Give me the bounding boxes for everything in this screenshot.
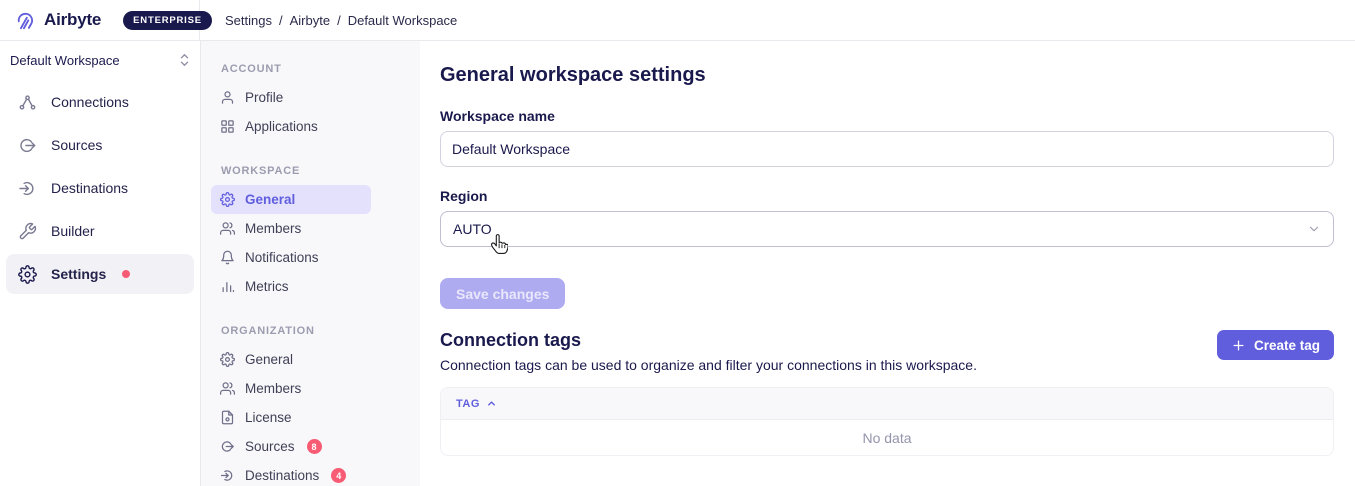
settings-nav-org-members[interactable]: Members bbox=[211, 374, 371, 403]
user-icon bbox=[220, 90, 235, 105]
connection-tags-description: Connection tags can be used to organize … bbox=[440, 357, 977, 373]
settings-nav-label: General bbox=[245, 352, 293, 367]
settings-nav-label: General bbox=[245, 192, 295, 207]
settings-section-account: ACCOUNT Profile Applications bbox=[221, 63, 400, 141]
settings-nav-label: Metrics bbox=[245, 279, 289, 294]
section-title: WORKSPACE bbox=[221, 165, 400, 177]
sidebar-nav: Connections Sources Dest bbox=[0, 79, 200, 294]
workspace-selector-label: Default Workspace bbox=[10, 53, 120, 68]
connections-icon bbox=[18, 93, 37, 112]
settings-nav-org-sources[interactable]: Sources 8 bbox=[211, 432, 371, 461]
table-header-row: TAG bbox=[441, 388, 1333, 420]
main-content: General workspace settings Workspace nam… bbox=[420, 41, 1355, 486]
source-icon bbox=[220, 439, 235, 454]
grid-icon bbox=[220, 119, 235, 134]
settings-nav-notifications[interactable]: Notifications bbox=[211, 243, 371, 272]
destinations-count-badge: 4 bbox=[331, 468, 346, 483]
connection-tags-header: Connection tags Connection tags can be u… bbox=[440, 330, 1334, 373]
bar-chart-icon bbox=[220, 279, 235, 294]
chevron-up-down-icon bbox=[179, 53, 190, 67]
builder-icon bbox=[18, 222, 37, 241]
region-label: Region bbox=[440, 188, 1334, 204]
breadcrumb-airbyte[interactable]: Airbyte bbox=[290, 13, 330, 28]
gear-icon bbox=[220, 352, 235, 367]
airbyte-settings-page: Airbyte ENTERPRISE Settings / Airbyte / … bbox=[0, 0, 1355, 486]
settings-nav-workspace-general[interactable]: General bbox=[211, 185, 371, 214]
settings-nav-workspace-members[interactable]: Members bbox=[211, 214, 371, 243]
sidebar-item-label: Sources bbox=[51, 137, 102, 153]
settings-section-organization: ORGANIZATION General Members bbox=[221, 325, 400, 486]
sources-count-badge: 8 bbox=[307, 439, 322, 454]
settings-nav-label: Members bbox=[245, 221, 301, 236]
connection-tags-table: TAG No data bbox=[440, 387, 1334, 456]
bell-icon bbox=[220, 250, 235, 265]
region-select[interactable]: AUTO bbox=[440, 211, 1334, 247]
airbyte-logo-icon bbox=[14, 9, 36, 31]
brand-name: Airbyte bbox=[44, 10, 101, 30]
chevron-down-icon bbox=[1307, 222, 1321, 236]
breadcrumb: Settings / Airbyte / Default Workspace bbox=[200, 13, 457, 28]
section-title: ORGANIZATION bbox=[221, 325, 400, 337]
tag-column-header[interactable]: TAG bbox=[456, 398, 497, 410]
workspace-name-label: Workspace name bbox=[440, 108, 1334, 124]
settings-nav-label: Profile bbox=[245, 90, 283, 105]
brand-area: Airbyte ENTERPRISE bbox=[0, 0, 200, 40]
settings-nav-org-destinations[interactable]: Destinations 4 bbox=[211, 461, 371, 486]
connection-tags-title: Connection tags bbox=[440, 330, 977, 351]
sidebar-item-settings[interactable]: Settings bbox=[6, 254, 194, 294]
license-icon bbox=[220, 410, 235, 425]
destination-icon bbox=[220, 468, 235, 483]
no-data-text: No data bbox=[862, 430, 911, 446]
create-tag-label: Create tag bbox=[1254, 338, 1320, 353]
section-title: ACCOUNT bbox=[221, 63, 400, 75]
sidebar-item-label: Destinations bbox=[51, 180, 128, 196]
sidebar-item-label: Connections bbox=[51, 94, 129, 110]
table-empty-row: No data bbox=[441, 420, 1333, 455]
breadcrumb-separator: / bbox=[337, 13, 341, 28]
region-select-value: AUTO bbox=[453, 221, 492, 237]
settings-nav-label: License bbox=[245, 410, 292, 425]
breadcrumb-separator: / bbox=[279, 13, 283, 28]
plus-icon bbox=[1231, 338, 1246, 353]
create-tag-button[interactable]: Create tag bbox=[1217, 330, 1334, 360]
settings-nav-label: Applications bbox=[245, 119, 318, 134]
sort-ascending-icon bbox=[486, 398, 497, 409]
tag-column-label: TAG bbox=[456, 398, 480, 410]
settings-nav-label: Destinations bbox=[245, 468, 319, 483]
sidebar-item-connections[interactable]: Connections bbox=[6, 82, 194, 122]
page-title: General workspace settings bbox=[440, 64, 1334, 87]
workspace-name-input[interactable] bbox=[440, 131, 1334, 167]
settings-nav-panel: ACCOUNT Profile Applications bbox=[200, 41, 420, 486]
connection-tags-text: Connection tags Connection tags can be u… bbox=[440, 330, 977, 373]
enterprise-badge: ENTERPRISE bbox=[123, 11, 212, 30]
sidebar-item-label: Settings bbox=[51, 266, 106, 282]
source-icon bbox=[18, 136, 37, 155]
save-changes-button[interactable]: Save changes bbox=[440, 278, 565, 309]
main-sidebar: Default Workspace Connections bbox=[0, 41, 200, 486]
settings-nav-label: Sources bbox=[245, 439, 295, 454]
settings-nav-metrics[interactable]: Metrics bbox=[211, 272, 371, 301]
notification-dot bbox=[122, 270, 130, 278]
settings-nav-label: Notifications bbox=[245, 250, 319, 265]
settings-section-workspace: WORKSPACE General Members bbox=[221, 165, 400, 301]
settings-nav-license[interactable]: License bbox=[211, 403, 371, 432]
users-icon bbox=[220, 381, 235, 396]
breadcrumb-settings[interactable]: Settings bbox=[225, 13, 272, 28]
sidebar-item-sources[interactable]: Sources bbox=[6, 125, 194, 165]
users-icon bbox=[220, 221, 235, 236]
workspace-selector[interactable]: Default Workspace bbox=[0, 41, 200, 79]
sidebar-item-label: Builder bbox=[51, 223, 95, 239]
breadcrumb-default-workspace[interactable]: Default Workspace bbox=[348, 13, 458, 28]
sidebar-item-destinations[interactable]: Destinations bbox=[6, 168, 194, 208]
gear-icon bbox=[220, 192, 235, 207]
gear-icon bbox=[18, 265, 37, 284]
settings-nav-org-general[interactable]: General bbox=[211, 345, 371, 374]
settings-nav-applications[interactable]: Applications bbox=[211, 112, 371, 141]
destination-icon bbox=[18, 179, 37, 198]
top-bar: Airbyte ENTERPRISE Settings / Airbyte / … bbox=[0, 0, 1355, 41]
sidebar-item-builder[interactable]: Builder bbox=[6, 211, 194, 251]
settings-nav-profile[interactable]: Profile bbox=[211, 83, 371, 112]
settings-nav-label: Members bbox=[245, 381, 301, 396]
